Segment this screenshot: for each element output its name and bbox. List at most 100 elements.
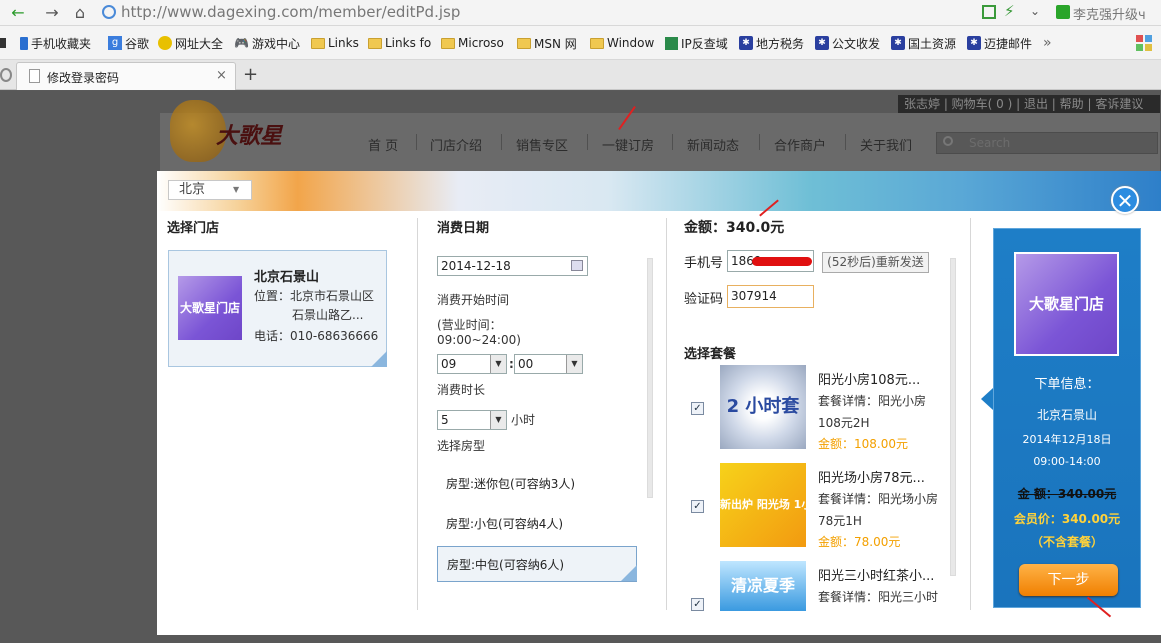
bookmark-microso[interactable]: Microso (441, 34, 504, 52)
phone-label: 手机号 (684, 256, 724, 271)
apps-icon[interactable] (1136, 35, 1152, 51)
code-input[interactable]: 307914 (727, 285, 814, 308)
package-image-1: 2 小时套餐 (720, 365, 806, 501)
bookmark-ip[interactable]: IP反查域 (665, 34, 728, 52)
package-name-2[interactable]: 阳光场小房78元... (818, 467, 925, 486)
new-tab-button[interactable]: + (243, 64, 258, 85)
date-value: 2014-12-18 (441, 259, 511, 273)
column-divider (970, 218, 971, 610)
nav-home[interactable]: 首 页 (368, 135, 398, 154)
bookmark-links[interactable]: Links (311, 34, 359, 52)
room-type-label: 选择房型 (437, 439, 486, 453)
bookmark-mail[interactable]: ✱ 迈捷邮件 (967, 34, 1032, 52)
top-links[interactable]: 张志婷 | 购物车( 0 ) | 退出 | 帮助 | 客诉建议 (898, 95, 1160, 113)
redaction-mark (752, 257, 812, 266)
room-option-medium[interactable]: 房型:中包(可容纳6人) (437, 546, 637, 582)
chevron-down-icon: ▼ (490, 355, 506, 373)
back-icon[interactable]: ← (6, 2, 30, 24)
summary-store-image: 大歌星门店 (1014, 252, 1119, 356)
date-input[interactable]: 2014-12-18 (437, 256, 588, 276)
package-checkbox-3[interactable]: ✓ (691, 598, 704, 611)
store-name: 北京石景山 (254, 270, 320, 285)
next-step-button[interactable]: 下一步 (1019, 564, 1118, 596)
bookmark-docs[interactable]: ✱ 公文收发 (815, 34, 880, 52)
tab-title: 修改登录密码 (47, 71, 120, 85)
duration-unit: 小时 (511, 413, 536, 427)
room-option-mini[interactable]: 房型:迷你包(可容纳3人) (437, 466, 637, 502)
package-scrollbar[interactable] (950, 258, 956, 576)
reload-icon[interactable] (0, 68, 12, 82)
folder-icon (441, 37, 455, 49)
bookmarks-more[interactable]: » (1043, 34, 1052, 52)
start-time-label: 消费开始时间 (437, 293, 510, 307)
bookmark-games[interactable]: 🎮 游戏中心 (234, 34, 300, 52)
nav-separator (587, 134, 588, 150)
store-phone: 电话：010-68636666 (254, 329, 379, 343)
folder-icon (368, 37, 382, 49)
google-icon: g (108, 36, 122, 50)
share-icon[interactable] (982, 5, 996, 19)
summary-time: 09:00-14:00 (1033, 455, 1101, 468)
calendar-icon[interactable] (571, 260, 583, 271)
site-logo[interactable]: 大歌星 (216, 118, 282, 150)
home-icon[interactable]: ⌂ (68, 2, 92, 24)
package-checkbox-2[interactable]: ✓ (691, 500, 704, 513)
tab-strip: 修改登录密码 × + (0, 60, 1161, 90)
hour-select[interactable]: 09 ▼ (437, 354, 507, 374)
chevron-down-icon[interactable]: ⌄ (1030, 4, 1040, 18)
resend-button[interactable]: (52秒后)重新发送 (822, 252, 929, 273)
package-detail-1: 套餐详情：阳光小房 (818, 394, 927, 408)
bookmark-mobile[interactable]: 手机收藏夹 (20, 34, 91, 52)
duration-select[interactable]: 5 ▼ (437, 410, 507, 430)
summary-amount: 金 额：340.00元 (1017, 487, 1117, 501)
bookmark-window[interactable]: Window (590, 34, 654, 52)
gamepad-icon: 🎮 (234, 36, 249, 50)
url-field[interactable]: http://www.dagexing.com/member/editPd.js… (121, 3, 460, 21)
bookmark-land[interactable]: ✱ 国土资源 (891, 34, 956, 52)
package-name-1[interactable]: 阳光小房108元... (818, 369, 920, 388)
nav-stores[interactable]: 门店介绍 (430, 135, 482, 154)
nav-sales[interactable]: 销售专区 (516, 135, 568, 154)
tab-active[interactable]: 修改登录密码 × (16, 62, 236, 90)
package-image-3: 清凉夏季 (720, 561, 806, 611)
store-location-line2: 石景山路乙... (292, 308, 364, 322)
room-option-small[interactable]: 房型:小包(可容纳4人) (437, 506, 637, 542)
phone-input[interactable]: 1869 (727, 250, 814, 272)
duration-label: 消费时长 (437, 383, 486, 397)
site-search[interactable]: Search (936, 132, 1158, 154)
panel-pointer (981, 388, 993, 410)
paw-icon: ✱ (739, 36, 753, 50)
minute-select[interactable]: 00 ▼ (514, 354, 583, 374)
search-icon (943, 136, 953, 146)
nav-separator (416, 134, 417, 150)
bookmark-links-fo[interactable]: Links fo (368, 34, 431, 52)
city-select[interactable]: 北京 ▼ (168, 180, 252, 200)
chevron-down-icon: ▼ (566, 355, 582, 373)
bookmark-google[interactable]: g 谷歌 (108, 34, 149, 52)
nav-booking[interactable]: 一键订房 (602, 135, 654, 154)
select-store-title: 选择门店 (167, 221, 220, 236)
search-engine-icon[interactable] (1056, 5, 1070, 19)
nav-news[interactable]: 新闻动态 (687, 135, 739, 154)
nav-about[interactable]: 关于我们 (860, 135, 912, 154)
user-search-text[interactable]: 李克强升级ч (1073, 4, 1146, 23)
close-tab-icon[interactable]: × (216, 68, 227, 83)
selected-corner-icon (621, 565, 637, 581)
nav-partners[interactable]: 合作商户 (774, 135, 826, 154)
package-price-1: 金额：108.00元 (818, 437, 908, 451)
package-checkbox-1[interactable]: ✓ (691, 402, 704, 415)
bolt-icon[interactable]: ⚡ (1004, 2, 1015, 20)
bookmark-nav[interactable]: 网址大全 (158, 34, 223, 52)
store-card[interactable]: 大歌星门店 北京石景山 位置：北京市石景山区 石景山路乙... 电话：010-6… (168, 250, 387, 367)
bookmark-tax[interactable]: ✱ 地方税务 (739, 34, 804, 52)
nav-icon (158, 36, 172, 50)
close-modal-button[interactable]: ✕ (1111, 186, 1139, 214)
date-title: 消费日期 (437, 221, 490, 236)
bookmark-msn[interactable]: MSN 网 (517, 34, 577, 52)
package-name-3[interactable]: 阳光三小时红茶小... (818, 565, 934, 584)
bookmarks-bar: 手机收藏夹 g 谷歌 网址大全 🎮 游戏中心 Links Links fo Micr… (0, 26, 1161, 60)
room-scrollbar[interactable] (647, 258, 653, 498)
store-image: 大歌星门店 (178, 276, 242, 340)
forward-icon[interactable]: → (40, 2, 64, 24)
summary-heading: 下单信息： (1034, 377, 1100, 392)
